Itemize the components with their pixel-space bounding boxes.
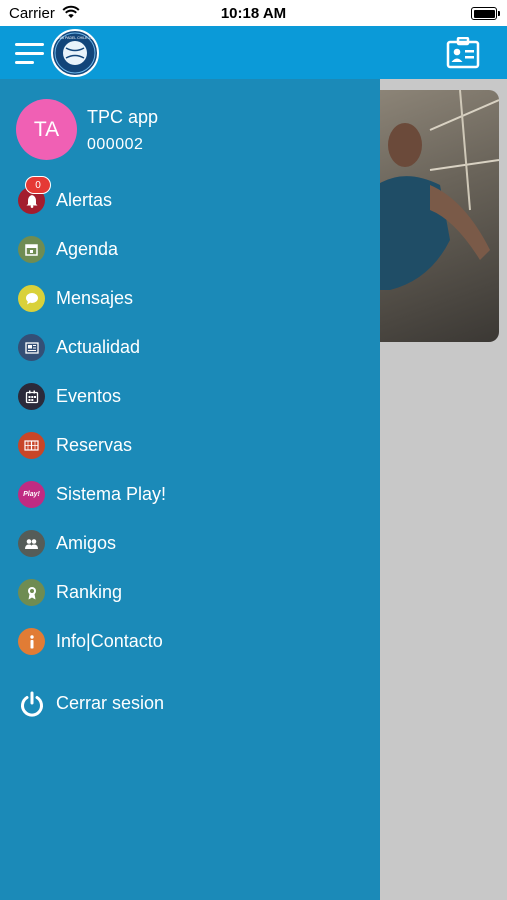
user-id: 000002 xyxy=(87,136,144,153)
event-calendar-icon xyxy=(18,383,45,410)
play-logo-icon: Play! xyxy=(18,481,45,508)
menu-toggle-button[interactable] xyxy=(15,43,44,65)
logout-button[interactable]: Cerrar sesion xyxy=(0,682,380,726)
menu-item-mensajes[interactable]: Mensajes xyxy=(0,277,380,321)
clock: 10:18 AM xyxy=(220,5,287,22)
menu-item-eventos[interactable]: Eventos xyxy=(0,375,380,419)
menu-item-alertas[interactable]: 0 Alertas xyxy=(0,176,380,223)
friends-icon xyxy=(18,530,45,557)
id-card-icon[interactable] xyxy=(446,37,480,69)
medal-icon xyxy=(18,579,45,606)
logout-label: Cerrar sesion xyxy=(56,693,165,713)
menu-item-ranking[interactable]: Ranking xyxy=(0,571,380,615)
menu-item-info-contacto[interactable]: Info|Contacto xyxy=(0,620,380,664)
app-header: TENIS PADEL CHILE 2022 xyxy=(0,26,507,79)
featured-image-card[interactable] xyxy=(370,90,499,342)
court-icon xyxy=(18,432,45,459)
player-photo xyxy=(370,90,499,290)
menu-item-label: Amigos xyxy=(56,533,117,553)
menu-item-label: Actualidad xyxy=(56,337,141,357)
menu-item-label: Alertas xyxy=(56,190,113,210)
menu-item-label: Ranking xyxy=(56,582,123,602)
battery-icon xyxy=(471,7,497,20)
info-icon xyxy=(18,628,45,655)
chat-bubble-icon xyxy=(18,285,45,312)
menu-item-label: Sistema Play! xyxy=(56,484,167,504)
menu-item-agenda[interactable]: Agenda xyxy=(0,228,380,272)
menu-item-reservas[interactable]: Reservas xyxy=(0,424,380,468)
menu-item-label: Reservas xyxy=(56,435,133,455)
calendar-icon xyxy=(18,236,45,263)
power-icon xyxy=(18,690,45,717)
navigation-drawer: TA TPC app 000002 0 Alertas Agenda Mensa… xyxy=(0,79,380,900)
menu-item-amigos[interactable]: Amigos xyxy=(0,522,380,566)
menu-item-label: Mensajes xyxy=(56,288,134,308)
menu-item-sistema-play[interactable]: Play! Sistema Play! xyxy=(0,473,380,517)
newspaper-icon xyxy=(18,334,45,361)
menu-item-label: Agenda xyxy=(56,239,119,259)
status-bar: Carrier 10:18 AM xyxy=(0,0,507,26)
play-icon-text: Play! xyxy=(23,491,40,498)
tennis-ball-icon: TENIS PADEL CHILE 2022 xyxy=(54,32,96,74)
club-logo: TENIS PADEL CHILE 2022 xyxy=(51,29,99,77)
logo-text: TENIS PADEL CHILE 2022 xyxy=(54,36,96,40)
menu-item-actualidad[interactable]: Actualidad xyxy=(0,326,380,370)
battery-tip xyxy=(498,11,500,16)
user-name: TPC app xyxy=(87,107,159,127)
avatar[interactable]: TA xyxy=(16,99,77,160)
alert-count-badge: 0 xyxy=(25,176,51,194)
menu-item-label: Eventos xyxy=(56,386,122,406)
menu-item-label: Info|Contacto xyxy=(56,631,163,651)
